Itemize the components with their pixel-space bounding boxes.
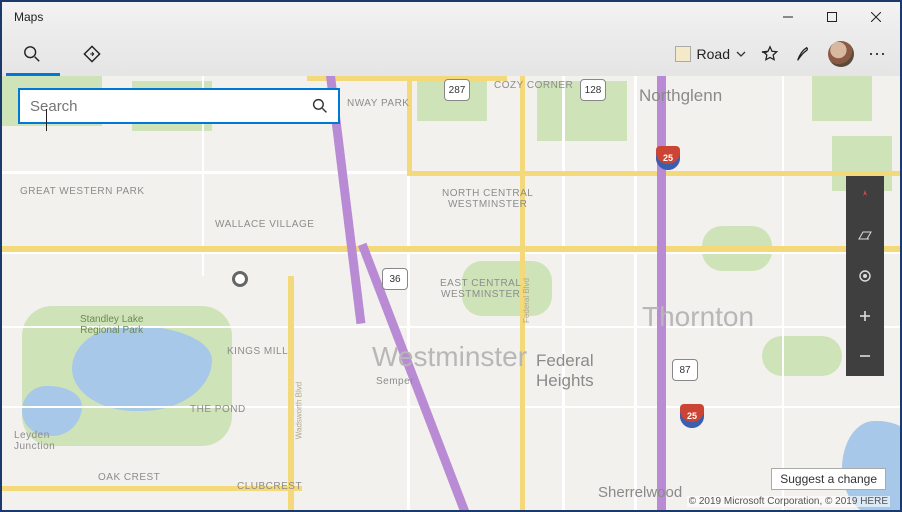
text-caret <box>46 109 47 131</box>
label-ec-westminster: EAST CENTRAL WESTMINSTER <box>440 278 521 300</box>
label-thornton: Thornton <box>642 301 754 333</box>
tilt-button[interactable] <box>846 216 884 256</box>
label-northglenn: Northglenn <box>639 86 722 106</box>
label-westminster: Westminster <box>372 341 527 373</box>
label-clubcrest: CLUBCREST <box>237 481 302 492</box>
search-submit-icon[interactable] <box>302 98 338 114</box>
mode-tabs <box>2 32 122 76</box>
minimize-button[interactable] <box>766 3 810 31</box>
rotate-button[interactable] <box>846 176 884 216</box>
label-wallace-village: WALLACE VILLAGE <box>215 219 314 230</box>
label-leyden-junction: Leyden Junction <box>14 430 55 452</box>
suggest-change-button[interactable]: Suggest a change <box>771 468 886 490</box>
more-button[interactable]: ⋯ <box>868 44 888 65</box>
close-button[interactable] <box>854 3 898 31</box>
view-mode-label: Road <box>697 46 730 62</box>
shield-us36: 36 <box>382 268 408 290</box>
zoom-out-button[interactable] <box>846 336 884 376</box>
chevron-down-icon <box>736 49 746 59</box>
map-view-dropdown[interactable]: Road <box>675 46 746 62</box>
saved-places-button[interactable] <box>760 44 780 64</box>
copyright-text: © 2019 Microsoft Corporation, © 2019 HER… <box>687 496 890 507</box>
maximize-button[interactable] <box>810 3 854 31</box>
label-standley-lake: Standley Lake Regional Park <box>80 314 143 336</box>
label-kings-mill: KINGS MILL <box>227 346 288 357</box>
label-nc-westminster: NORTH CENTRAL WESTMINSTER <box>442 188 533 210</box>
toolbar-right: Road ⋯ <box>675 41 888 67</box>
label-the-pond: THE POND <box>190 404 246 415</box>
search-box[interactable] <box>18 88 340 124</box>
window-title: Maps <box>14 10 43 24</box>
map-canvas[interactable]: 287 128 36 87 25 25 Westminster Thornton… <box>2 76 900 510</box>
shield-i25-b: 25 <box>680 404 704 428</box>
shield-i25-a: 25 <box>656 146 680 170</box>
toolbar: Road ⋯ <box>2 32 900 76</box>
label-federal-blvd: Federal Blvd <box>522 278 531 323</box>
map-controls <box>846 176 884 376</box>
highway-i25 <box>657 76 666 510</box>
shield-us287: 287 <box>444 79 470 101</box>
label-great-western-park: GREAT WESTERN PARK <box>20 186 145 197</box>
tab-search[interactable] <box>2 32 62 76</box>
label-wadsworth: Wadsworth Blvd <box>294 382 303 440</box>
account-avatar[interactable] <box>828 41 854 67</box>
location-marker[interactable] <box>232 271 248 287</box>
shield-co128: 128 <box>580 79 606 101</box>
title-bar: Maps <box>2 2 900 32</box>
label-cozy-corner: COZY CORNER <box>494 80 573 91</box>
zoom-in-button[interactable] <box>846 296 884 336</box>
label-oak-crest: OAK CREST <box>98 472 160 483</box>
search-input[interactable] <box>20 98 302 115</box>
label-federal-heights: Federal Heights <box>536 351 594 391</box>
tab-directions[interactable] <box>62 32 122 76</box>
road-swatch-icon <box>675 46 691 62</box>
shield-co87: 87 <box>672 359 698 381</box>
label-semper: Semper <box>376 376 414 387</box>
label-sherrelwood: Sherrelwood <box>598 484 682 501</box>
label-nway-park: NWAY PARK <box>347 98 409 109</box>
window-controls <box>766 3 898 31</box>
ink-button[interactable] <box>794 44 814 64</box>
locate-me-button[interactable] <box>846 256 884 296</box>
